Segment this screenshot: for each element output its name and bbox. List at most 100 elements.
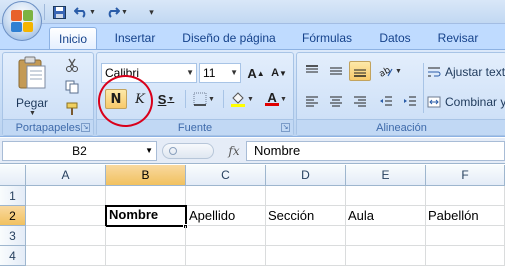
row-header-3[interactable]: 3: [0, 226, 26, 246]
align-center-icon[interactable]: [325, 91, 347, 111]
chevron-down-icon: ▼: [145, 146, 153, 155]
office-logo-icon: [11, 10, 33, 32]
select-all-corner[interactable]: [0, 165, 26, 186]
align-right-icon[interactable]: [349, 91, 371, 111]
decrease-indent-icon[interactable]: [375, 91, 397, 111]
undo-icon[interactable]: ▼: [72, 3, 98, 21]
cell-a1[interactable]: [26, 186, 106, 206]
save-icon[interactable]: [50, 3, 68, 21]
chevron-down-icon: ▼: [208, 95, 215, 103]
cell-f2[interactable]: Pabellón: [426, 206, 505, 226]
column-header-d[interactable]: D: [266, 165, 346, 186]
worksheet-grid: A B C D E F 1 2 3 4 Nombre Apellido Secc…: [0, 165, 505, 270]
office-button[interactable]: [2, 1, 42, 41]
fill-color-button[interactable]: ▼: [227, 89, 257, 109]
cell-d3[interactable]: [266, 226, 346, 246]
align-middle-icon[interactable]: [325, 61, 347, 81]
chevron-down-icon: ▼: [186, 68, 194, 77]
cell-d1[interactable]: [266, 186, 346, 206]
cell-e1[interactable]: [346, 186, 426, 206]
tab-diseno-de-pagina[interactable]: Diseño de página: [176, 27, 282, 50]
cell-f4[interactable]: [426, 246, 505, 266]
align-left-icon[interactable]: [301, 91, 323, 111]
formula-input[interactable]: Nombre: [246, 141, 505, 161]
grow-font-button[interactable]: A ▲: [245, 63, 267, 83]
tab-datos[interactable]: Datos: [370, 27, 420, 50]
fuente-launcher-icon[interactable]: ↘: [281, 123, 290, 132]
cell-e3[interactable]: [346, 226, 426, 246]
font-color-bar-icon: [265, 103, 280, 106]
cell-b4[interactable]: [106, 246, 186, 266]
cell-e2[interactable]: Aula: [346, 206, 426, 226]
tab-revisar[interactable]: Revisar: [430, 27, 486, 50]
name-box[interactable]: B2 ▼: [2, 141, 157, 161]
borders-button[interactable]: ▼: [189, 89, 219, 109]
copy-icon[interactable]: [61, 77, 83, 97]
increase-indent-icon[interactable]: [399, 91, 421, 111]
font-color-label: A: [267, 90, 277, 105]
group-portapapeles: Pegar ▼ Portapapeles ↘: [2, 52, 94, 136]
font-size-value: 11: [203, 66, 216, 80]
chevron-down-icon: ▼: [230, 68, 238, 77]
underline-label: S: [157, 91, 167, 107]
row-header-1[interactable]: 1: [0, 186, 26, 206]
customize-toolbar-icon[interactable]: ▾: [145, 3, 157, 21]
cell-e4[interactable]: [346, 246, 426, 266]
format-painter-icon[interactable]: [61, 99, 83, 119]
font-color-button[interactable]: A ▼: [261, 89, 291, 109]
merge-label: Combinar y: [445, 95, 505, 109]
cell-a2[interactable]: [26, 206, 106, 226]
column-header-e[interactable]: E: [346, 165, 426, 186]
align-bottom-icon[interactable]: [349, 61, 371, 81]
paste-dropdown-icon[interactable]: ▼: [29, 110, 36, 117]
cell-b2-active[interactable]: Nombre: [105, 205, 187, 227]
portapapeles-launcher-icon[interactable]: ↘: [81, 123, 90, 132]
redo-icon[interactable]: ▼: [104, 3, 130, 21]
column-header-b[interactable]: B: [106, 165, 186, 186]
formula-bar: B2 ▼ fx Nombre: [0, 138, 505, 164]
name-box-value: B2: [72, 144, 87, 158]
font-size-combo[interactable]: 11 ▼: [199, 63, 241, 83]
column-header-c[interactable]: C: [186, 165, 266, 186]
align-top-icon[interactable]: [301, 61, 323, 81]
cell-d4[interactable]: [266, 246, 346, 266]
shrink-font-button[interactable]: A ▼: [268, 63, 290, 83]
underline-button[interactable]: S ▼: [151, 89, 181, 109]
tab-insertar[interactable]: Insertar: [106, 27, 164, 50]
cell-f1[interactable]: [426, 186, 505, 206]
cut-icon[interactable]: [61, 55, 83, 75]
title-bar: ▼ ▼ ▾: [0, 0, 505, 41]
tab-inicio[interactable]: Inicio: [49, 27, 97, 50]
cell-f3[interactable]: [426, 226, 505, 246]
cell-b1[interactable]: [106, 186, 186, 206]
cell-a4[interactable]: [26, 246, 106, 266]
paste-button[interactable]: Pegar ▼: [7, 55, 57, 117]
tab-formulas[interactable]: Fórmulas: [293, 27, 361, 50]
wrap-text-label: Ajustar text: [445, 65, 505, 79]
column-header-f[interactable]: F: [426, 165, 505, 186]
shrink-font-icon: ▼: [279, 68, 287, 78]
orientation-icon: ab: [378, 65, 393, 78]
cell-c3[interactable]: [186, 226, 266, 246]
cell-a3[interactable]: [26, 226, 106, 246]
formula-bar-resize-handle[interactable]: [162, 143, 214, 159]
row-header-4[interactable]: 4: [0, 246, 26, 266]
highlight-circle: [98, 75, 153, 127]
cell-c2[interactable]: Apellido: [187, 206, 266, 226]
cell-c4[interactable]: [186, 246, 266, 266]
cell-d2[interactable]: Sección: [266, 206, 346, 226]
group-alineacion: ab ▼ Ajustar text Combinar y Alineación: [296, 52, 505, 136]
group-label-alineacion: Alineación: [297, 119, 505, 135]
orientation-button[interactable]: ab ▼: [375, 61, 405, 81]
column-header-a[interactable]: A: [26, 165, 106, 186]
insert-function-button[interactable]: fx: [224, 141, 244, 161]
grow-font-icon: ▲: [256, 68, 265, 78]
merge-cells-icon: [427, 96, 441, 108]
row-header-2[interactable]: 2: [0, 206, 26, 226]
cell-b3[interactable]: [106, 226, 186, 246]
wrap-text-button[interactable]: Ajustar text: [427, 62, 505, 82]
cell-c1[interactable]: [186, 186, 266, 206]
merge-center-button[interactable]: Combinar y: [427, 92, 505, 112]
wrap-text-icon: [428, 67, 441, 77]
circle-icon: [169, 147, 177, 155]
